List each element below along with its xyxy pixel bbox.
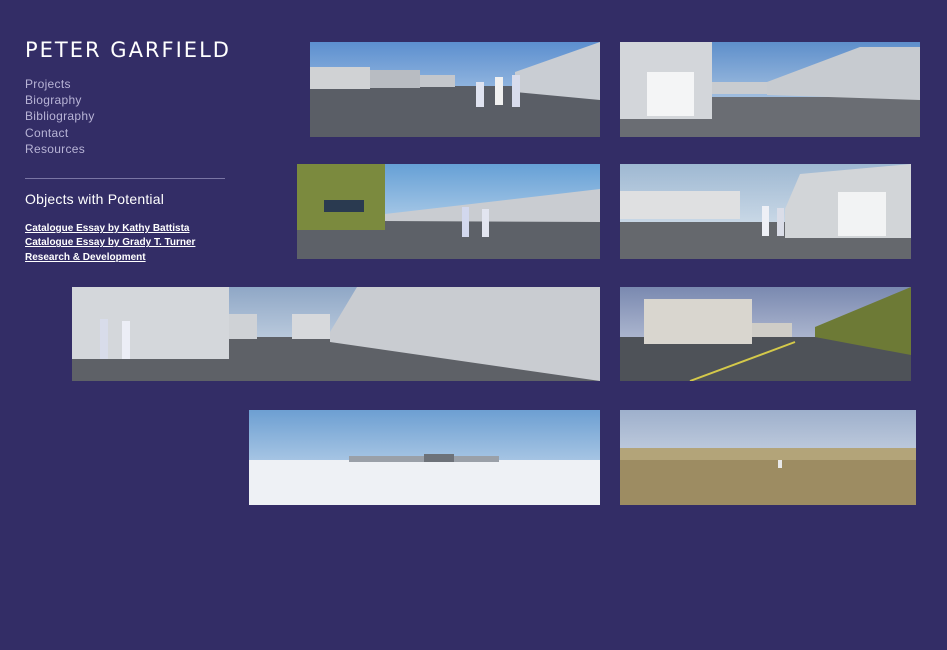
photo-warehouse-white-door	[620, 164, 911, 259]
photo-thumbnail-6[interactable]	[620, 287, 911, 381]
research-development-link[interactable]: Research & Development	[25, 251, 195, 265]
photo-grass-field	[620, 410, 916, 505]
nav-resources[interactable]: Resources	[25, 141, 95, 157]
essay-link-battista[interactable]: Catalogue Essay by Kathy Battista	[25, 222, 195, 236]
main-nav: Projects Biography Bibliography Contact …	[25, 76, 95, 157]
project-title: Objects with Potential	[25, 191, 165, 207]
photo-thumbnail-1[interactable]	[310, 42, 600, 137]
photo-snow-landscape	[249, 410, 600, 505]
photo-thumbnail-4[interactable]	[620, 164, 911, 259]
project-links: Catalogue Essay by Kathy Battista Catalo…	[25, 222, 195, 265]
photo-green-wall-scientists	[297, 164, 600, 259]
photo-warehouses-scientists-1	[310, 42, 600, 137]
nav-contact[interactable]: Contact	[25, 125, 95, 141]
photo-thumbnail-7[interactable]	[249, 410, 600, 505]
photo-thumbnail-3[interactable]	[297, 164, 600, 259]
photo-long-warehouse-aisle	[72, 287, 600, 381]
sidebar-divider	[25, 178, 225, 179]
site-title[interactable]: PETER GARFIELD	[25, 38, 231, 62]
photo-warehouse-road-line	[620, 287, 911, 381]
nav-biography[interactable]: Biography	[25, 92, 95, 108]
essay-link-turner[interactable]: Catalogue Essay by Grady T. Turner	[25, 236, 195, 250]
photo-warehouse-door	[620, 42, 920, 137]
photo-thumbnail-8[interactable]	[620, 410, 916, 505]
nav-projects[interactable]: Projects	[25, 76, 95, 92]
photo-thumbnail-5[interactable]	[72, 287, 600, 381]
photo-thumbnail-2[interactable]	[620, 42, 920, 137]
nav-bibliography[interactable]: Bibliography	[25, 108, 95, 124]
